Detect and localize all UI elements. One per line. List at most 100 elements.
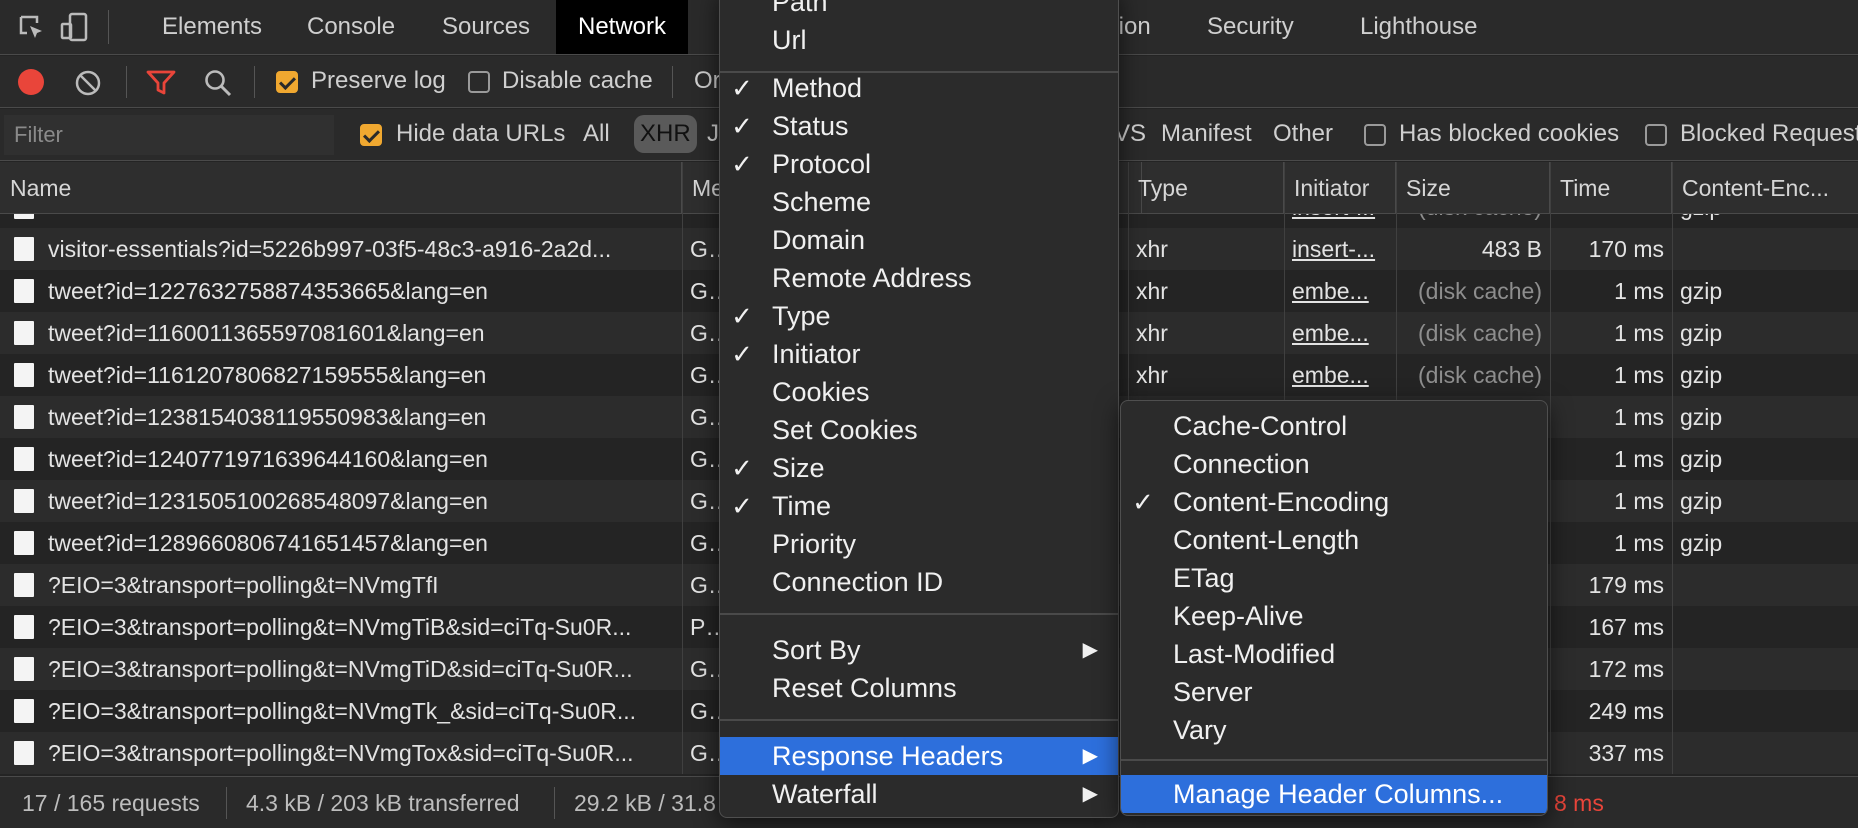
checkmark-icon: ✓ [731,491,753,521]
menu-item-domain[interactable]: Domain [720,221,1118,259]
submenu-item-manage-header-columns[interactable]: Manage Header Columns... [1121,775,1547,813]
clear-icon[interactable] [74,69,102,97]
submenu-item-cache-control[interactable]: Cache-Control [1121,407,1547,445]
disable-cache-checkbox[interactable] [468,71,490,93]
tab-network[interactable]: Network [556,0,689,54]
cell-name[interactable]: tweet?id=1160011365597081601&lang=en [40,312,676,354]
filter-icon[interactable] [145,68,177,98]
cell-initiator[interactable]: embe... [1284,354,1396,396]
cell-time: 170 ms [1588,236,1664,262]
cell-name[interactable]: tweet?id=1238154038119550983&lang=en [40,396,676,438]
menu-item-response-headers[interactable]: Response Headers ▶ [720,737,1118,775]
record-button[interactable] [18,69,44,95]
submenu-item-content-encoding[interactable]: ✓ Content-Encoding [1121,483,1547,521]
filter-all[interactable]: All [583,120,610,148]
cell-name[interactable]: tweet?id=1161207806827159555&lang=en [40,354,676,396]
menu-item-sort-by[interactable]: Sort By ▶ [720,631,1118,669]
blocked-requests-checkbox[interactable] [1645,124,1667,146]
menu-item-label: Content-Encoding [1173,487,1390,517]
hide-data-urls-checkbox[interactable] [360,124,382,146]
menu-item-waterfall[interactable]: Waterfall ▶ [720,775,1118,813]
menu-item-scheme[interactable]: Scheme [720,183,1118,221]
submenu-item-etag[interactable]: ETag [1121,559,1547,597]
cell-size: (disk cache) [1396,214,1550,228]
cell-initiator[interactable]: insert-... [1284,214,1396,228]
menu-item-size[interactable]: ✓ Size [720,449,1118,487]
cell-method: PO [690,614,722,640]
tab-elements[interactable]: Elements [140,0,284,54]
column-header-initiator[interactable]: Initiator [1284,162,1396,214]
checkmark-icon: ✓ [731,111,753,141]
menu-item-type[interactable]: ✓ Type [720,297,1118,335]
menu-item-reset-columns[interactable]: Reset Columns [720,669,1118,707]
cell-time: 179 ms [1588,572,1664,598]
column-header-name[interactable]: Name [0,162,682,214]
has-blocked-cookies-checkbox[interactable] [1364,124,1386,146]
filter-input[interactable] [4,115,334,155]
column-header-type[interactable]: Type [1128,162,1284,214]
file-icon [14,405,34,429]
menu-item-label: Status [772,111,849,141]
menu-item-path[interactable]: Path [720,0,1118,21]
menu-item-protocol[interactable]: ✓ Protocol [720,145,1118,183]
cell-initiator[interactable]: embe... [1284,270,1396,312]
device-toolbar-icon[interactable] [60,12,90,42]
cell-size: (disk cache) [1418,320,1542,346]
submenu-item-server[interactable]: Server [1121,673,1547,711]
filter-other[interactable]: Other [1273,120,1333,148]
menu-item-url[interactable]: Url [720,21,1118,59]
cell-initiator[interactable]: embe... [1284,312,1396,354]
cell-name[interactable]: visitor-essentials?id=5226b997-03f5-48c3… [40,228,676,270]
checkmark-icon: ✓ [731,73,753,103]
cell-time: 1 ms [1614,446,1664,472]
cell-name[interactable]: ?EIO=3&transport=polling&t=NVmgTfI [40,564,676,606]
tab-console[interactable]: Console [285,0,417,54]
menu-item-connection-id[interactable]: Connection ID [720,563,1118,601]
tab-lighthouse[interactable]: Lighthouse [1338,0,1499,54]
menu-item-initiator[interactable]: ✓ Initiator [720,335,1118,373]
cell-name[interactable]: ?EIO=3&transport=polling&t=NVmgTiD&sid=c… [40,648,676,690]
checkmark-icon: ✓ [731,149,753,179]
submenu-item-connection[interactable]: Connection [1121,445,1547,483]
menu-item-method[interactable]: ✓ Method [720,69,1118,107]
filter-js-partial[interactable]: J [707,120,719,148]
cell-method: GE [690,488,722,514]
preserve-log-checkbox[interactable] [276,71,298,93]
cell-name[interactable]: tweet?id=1231505100268548097&lang=en [40,480,676,522]
menu-item-cookies[interactable]: Cookies [720,373,1118,411]
inspect-element-icon[interactable] [18,14,46,42]
menu-item-priority[interactable]: Priority [720,525,1118,563]
cell-name[interactable]: ?EIO=3&transport=polling&t=NVmgTiB&sid=c… [40,606,676,648]
tab-application-partial[interactable]: tion [1112,0,1173,54]
cell-method: GE [690,362,722,388]
cell-name[interactable]: ?EIO=3&transport=polling&t=NVmgTox&sid=c… [40,732,676,774]
column-header-time[interactable]: Time [1550,162,1672,214]
menu-item-time[interactable]: ✓ Time [720,487,1118,525]
cell-initiator[interactable]: insert-... [1284,228,1396,270]
submenu-item-last-modified[interactable]: Last-Modified [1121,635,1547,673]
tab-sources[interactable]: Sources [420,0,552,54]
search-icon[interactable] [203,68,233,98]
cell-time: 1 ms [1614,530,1664,556]
submenu-item-vary[interactable]: Vary [1121,711,1547,749]
submenu-item-content-length[interactable]: Content-Length [1121,521,1547,559]
cell-name[interactable]: tweet?id=1240771971639644160&lang=en [40,438,676,480]
menu-item-set-cookies[interactable]: Set Cookies [720,411,1118,449]
cell-name[interactable]: tweet?id=1289660806741651457&lang=en [40,522,676,564]
menu-item-status[interactable]: ✓ Status [720,107,1118,145]
cell-encoding [1672,228,1852,270]
file-icon [14,321,34,345]
cell-encoding: gzip [1680,404,1723,430]
menu-item-remote-address[interactable]: Remote Address [720,259,1118,297]
cell-name[interactable]: ?EIO=3&transport=polling&t=NVmgTk_&sid=c… [40,690,676,732]
tab-security[interactable]: Security [1185,0,1316,54]
filter-manifest[interactable]: Manifest [1161,120,1252,148]
submenu-item-keep-alive[interactable]: Keep-Alive [1121,597,1547,635]
column-header-content-encoding[interactable]: Content-Enc... [1672,162,1858,214]
menu-item-label: Scheme [772,187,872,217]
cell-name[interactable]: tweet?id=1227632758874353665&lang=en [40,270,676,312]
filter-xhr[interactable]: XHR [634,115,697,153]
column-header-size[interactable]: Size [1396,162,1550,214]
throttling-select[interactable]: Or [694,67,721,95]
menu-item-label: Size [772,453,825,483]
